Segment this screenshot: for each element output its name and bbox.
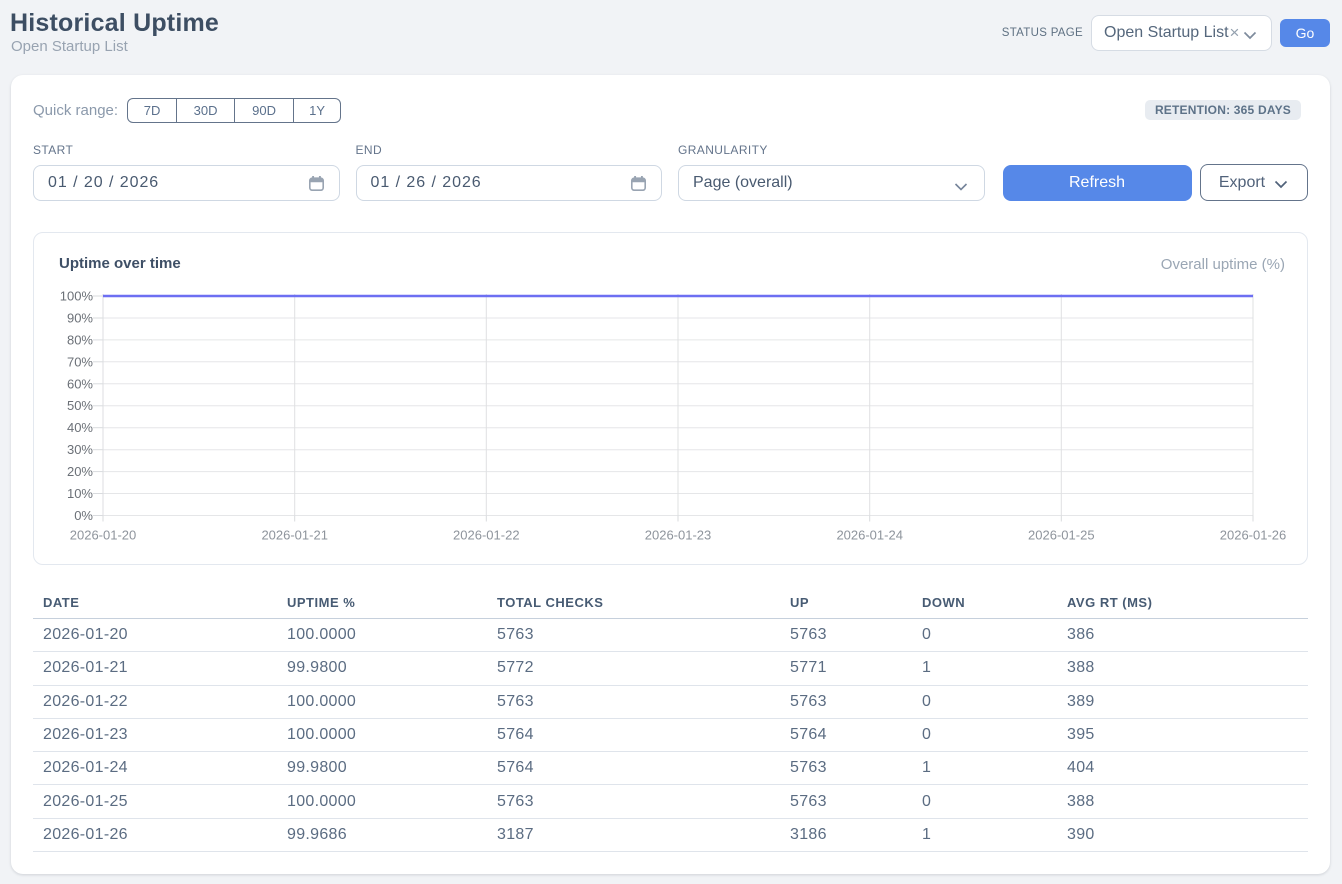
svg-text:20%: 20% xyxy=(67,464,93,479)
svg-text:90%: 90% xyxy=(67,311,93,326)
svg-text:70%: 70% xyxy=(67,354,93,369)
svg-text:2026-01-26: 2026-01-26 xyxy=(1220,528,1287,543)
svg-text:40%: 40% xyxy=(67,420,93,435)
svg-text:100%: 100% xyxy=(60,289,94,304)
svg-text:10%: 10% xyxy=(67,486,93,501)
svg-text:2026-01-21: 2026-01-21 xyxy=(261,528,328,543)
svg-text:2026-01-25: 2026-01-25 xyxy=(1028,528,1095,543)
svg-text:60%: 60% xyxy=(67,376,93,391)
svg-text:2026-01-23: 2026-01-23 xyxy=(645,528,712,543)
svg-text:2026-01-22: 2026-01-22 xyxy=(453,528,520,543)
svg-text:2026-01-20: 2026-01-20 xyxy=(70,528,137,543)
svg-text:0%: 0% xyxy=(74,508,93,523)
svg-text:80%: 80% xyxy=(67,332,93,347)
svg-text:2026-01-24: 2026-01-24 xyxy=(836,528,903,543)
svg-text:30%: 30% xyxy=(67,442,93,457)
svg-text:50%: 50% xyxy=(67,398,93,413)
